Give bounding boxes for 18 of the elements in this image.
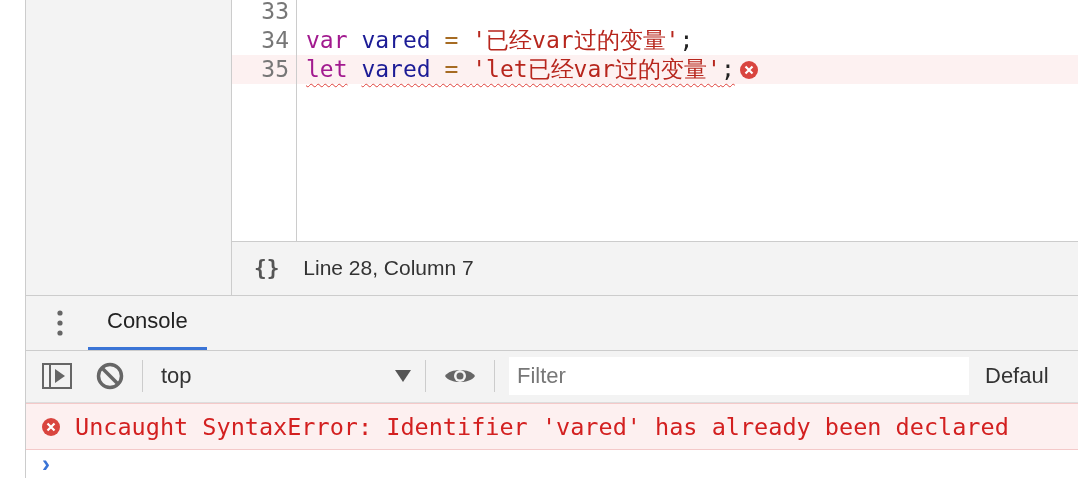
cursor-position: Line 28, Column 7 (303, 256, 474, 281)
code-line: var vared = '已经var过的变量'; (306, 26, 694, 55)
line-number: 33 (261, 0, 289, 24)
format-button[interactable]: {} (250, 256, 284, 281)
caret-icon (395, 370, 411, 383)
levels-dropdown[interactable]: Defaul (969, 363, 1049, 390)
clear-icon[interactable] (96, 362, 124, 391)
line-number: 35 (261, 56, 289, 82)
sidebar-toggle-icon[interactable] (42, 363, 72, 390)
more-icon[interactable] (57, 309, 63, 336)
line-number: 34 (261, 27, 289, 53)
filter-field[interactable]: Filter (509, 357, 969, 396)
error-message: Uncaught SyntaxError: Identifier 'vared' has already been declared (75, 412, 1009, 441)
context-dropdown[interactable]: top (149, 363, 419, 390)
code-line: let vared = 'let已经var过的变量'; (306, 55, 735, 84)
prompt-caret: › (42, 452, 50, 477)
error-icon (738, 59, 759, 80)
error-icon (41, 416, 61, 437)
